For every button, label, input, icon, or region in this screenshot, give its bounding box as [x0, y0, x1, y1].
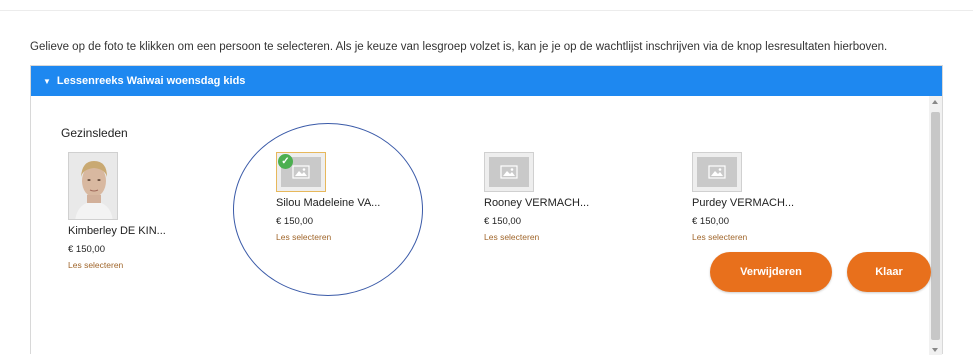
top-divider — [0, 10, 973, 11]
member-card: ✓ Silou Madeleine VA... € 150,00 Les sel… — [276, 152, 436, 242]
vertical-scrollbar[interactable] — [929, 96, 942, 355]
caret-down-icon: ▼ — [43, 76, 51, 86]
member-photo[interactable] — [692, 152, 742, 192]
checkmark-icon: ✓ — [278, 154, 293, 169]
remove-button[interactable]: Verwijderen — [710, 252, 832, 292]
select-lesson-link[interactable]: Les selecteren — [276, 232, 436, 242]
member-photo[interactable] — [484, 152, 534, 192]
member-photo[interactable]: ✓ — [276, 152, 326, 192]
scroll-down-icon[interactable] — [932, 348, 938, 352]
panel-title: Lessenreeks Waiwai woensdag kids — [56, 75, 246, 87]
select-lesson-link[interactable]: Les selecteren — [692, 232, 852, 242]
member-card: Kimberley DE KIN... € 150,00 Les selecte… — [68, 152, 228, 270]
select-lesson-link[interactable]: Les selecteren — [484, 232, 644, 242]
lesson-panel: ▼ Lessenreeks Waiwai woensdag kids Gezin… — [30, 65, 943, 355]
scroll-up-icon[interactable] — [932, 100, 938, 104]
done-button[interactable]: Klaar — [847, 252, 931, 292]
member-card: Purdey VERMACH... € 150,00 Les selectere… — [692, 152, 852, 242]
image-placeholder-icon — [697, 157, 737, 187]
panel-body: Gezinsleden Kimberley DE KIN... € 150,00… — [31, 96, 929, 355]
section-title: Gezinsleden — [61, 126, 128, 140]
member-name: Rooney VERMACH... — [484, 197, 590, 209]
member-name: Purdey VERMACH... — [692, 197, 795, 209]
portrait-image — [69, 153, 117, 219]
member-photo[interactable] — [68, 152, 118, 220]
select-lesson-link[interactable]: Les selecteren — [68, 260, 228, 270]
member-price: € 150,00 — [68, 244, 105, 255]
scrollbar-thumb[interactable] — [931, 112, 940, 340]
instructions-text: Gelieve op de foto te klikken om een per… — [30, 41, 888, 53]
member-price: € 150,00 — [484, 216, 521, 227]
member-name: Kimberley DE KIN... — [68, 225, 166, 237]
member-price: € 150,00 — [692, 216, 729, 227]
image-placeholder-icon — [489, 157, 529, 187]
member-name: Silou Madeleine VA... — [276, 197, 381, 209]
member-card: Rooney VERMACH... € 150,00 Les selectere… — [484, 152, 644, 242]
panel-header[interactable]: ▼ Lessenreeks Waiwai woensdag kids — [31, 66, 942, 96]
member-price: € 150,00 — [276, 216, 313, 227]
